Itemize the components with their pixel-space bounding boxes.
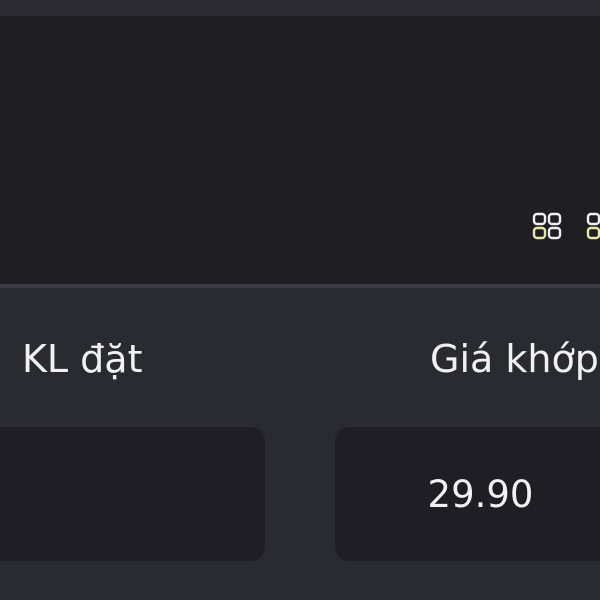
grid-icon-2[interactable] — [586, 212, 600, 240]
grid-icon[interactable] — [532, 212, 562, 240]
volume-label: KL đặt — [22, 337, 143, 381]
match-price-label: Giá khớp — [430, 337, 599, 381]
match-price-value: 29.90 — [427, 473, 534, 516]
top-strip — [0, 0, 600, 16]
match-price-field[interactable]: 29.90 — [335, 427, 600, 561]
volume-input[interactable] — [0, 427, 265, 561]
header-panel — [0, 16, 600, 284]
